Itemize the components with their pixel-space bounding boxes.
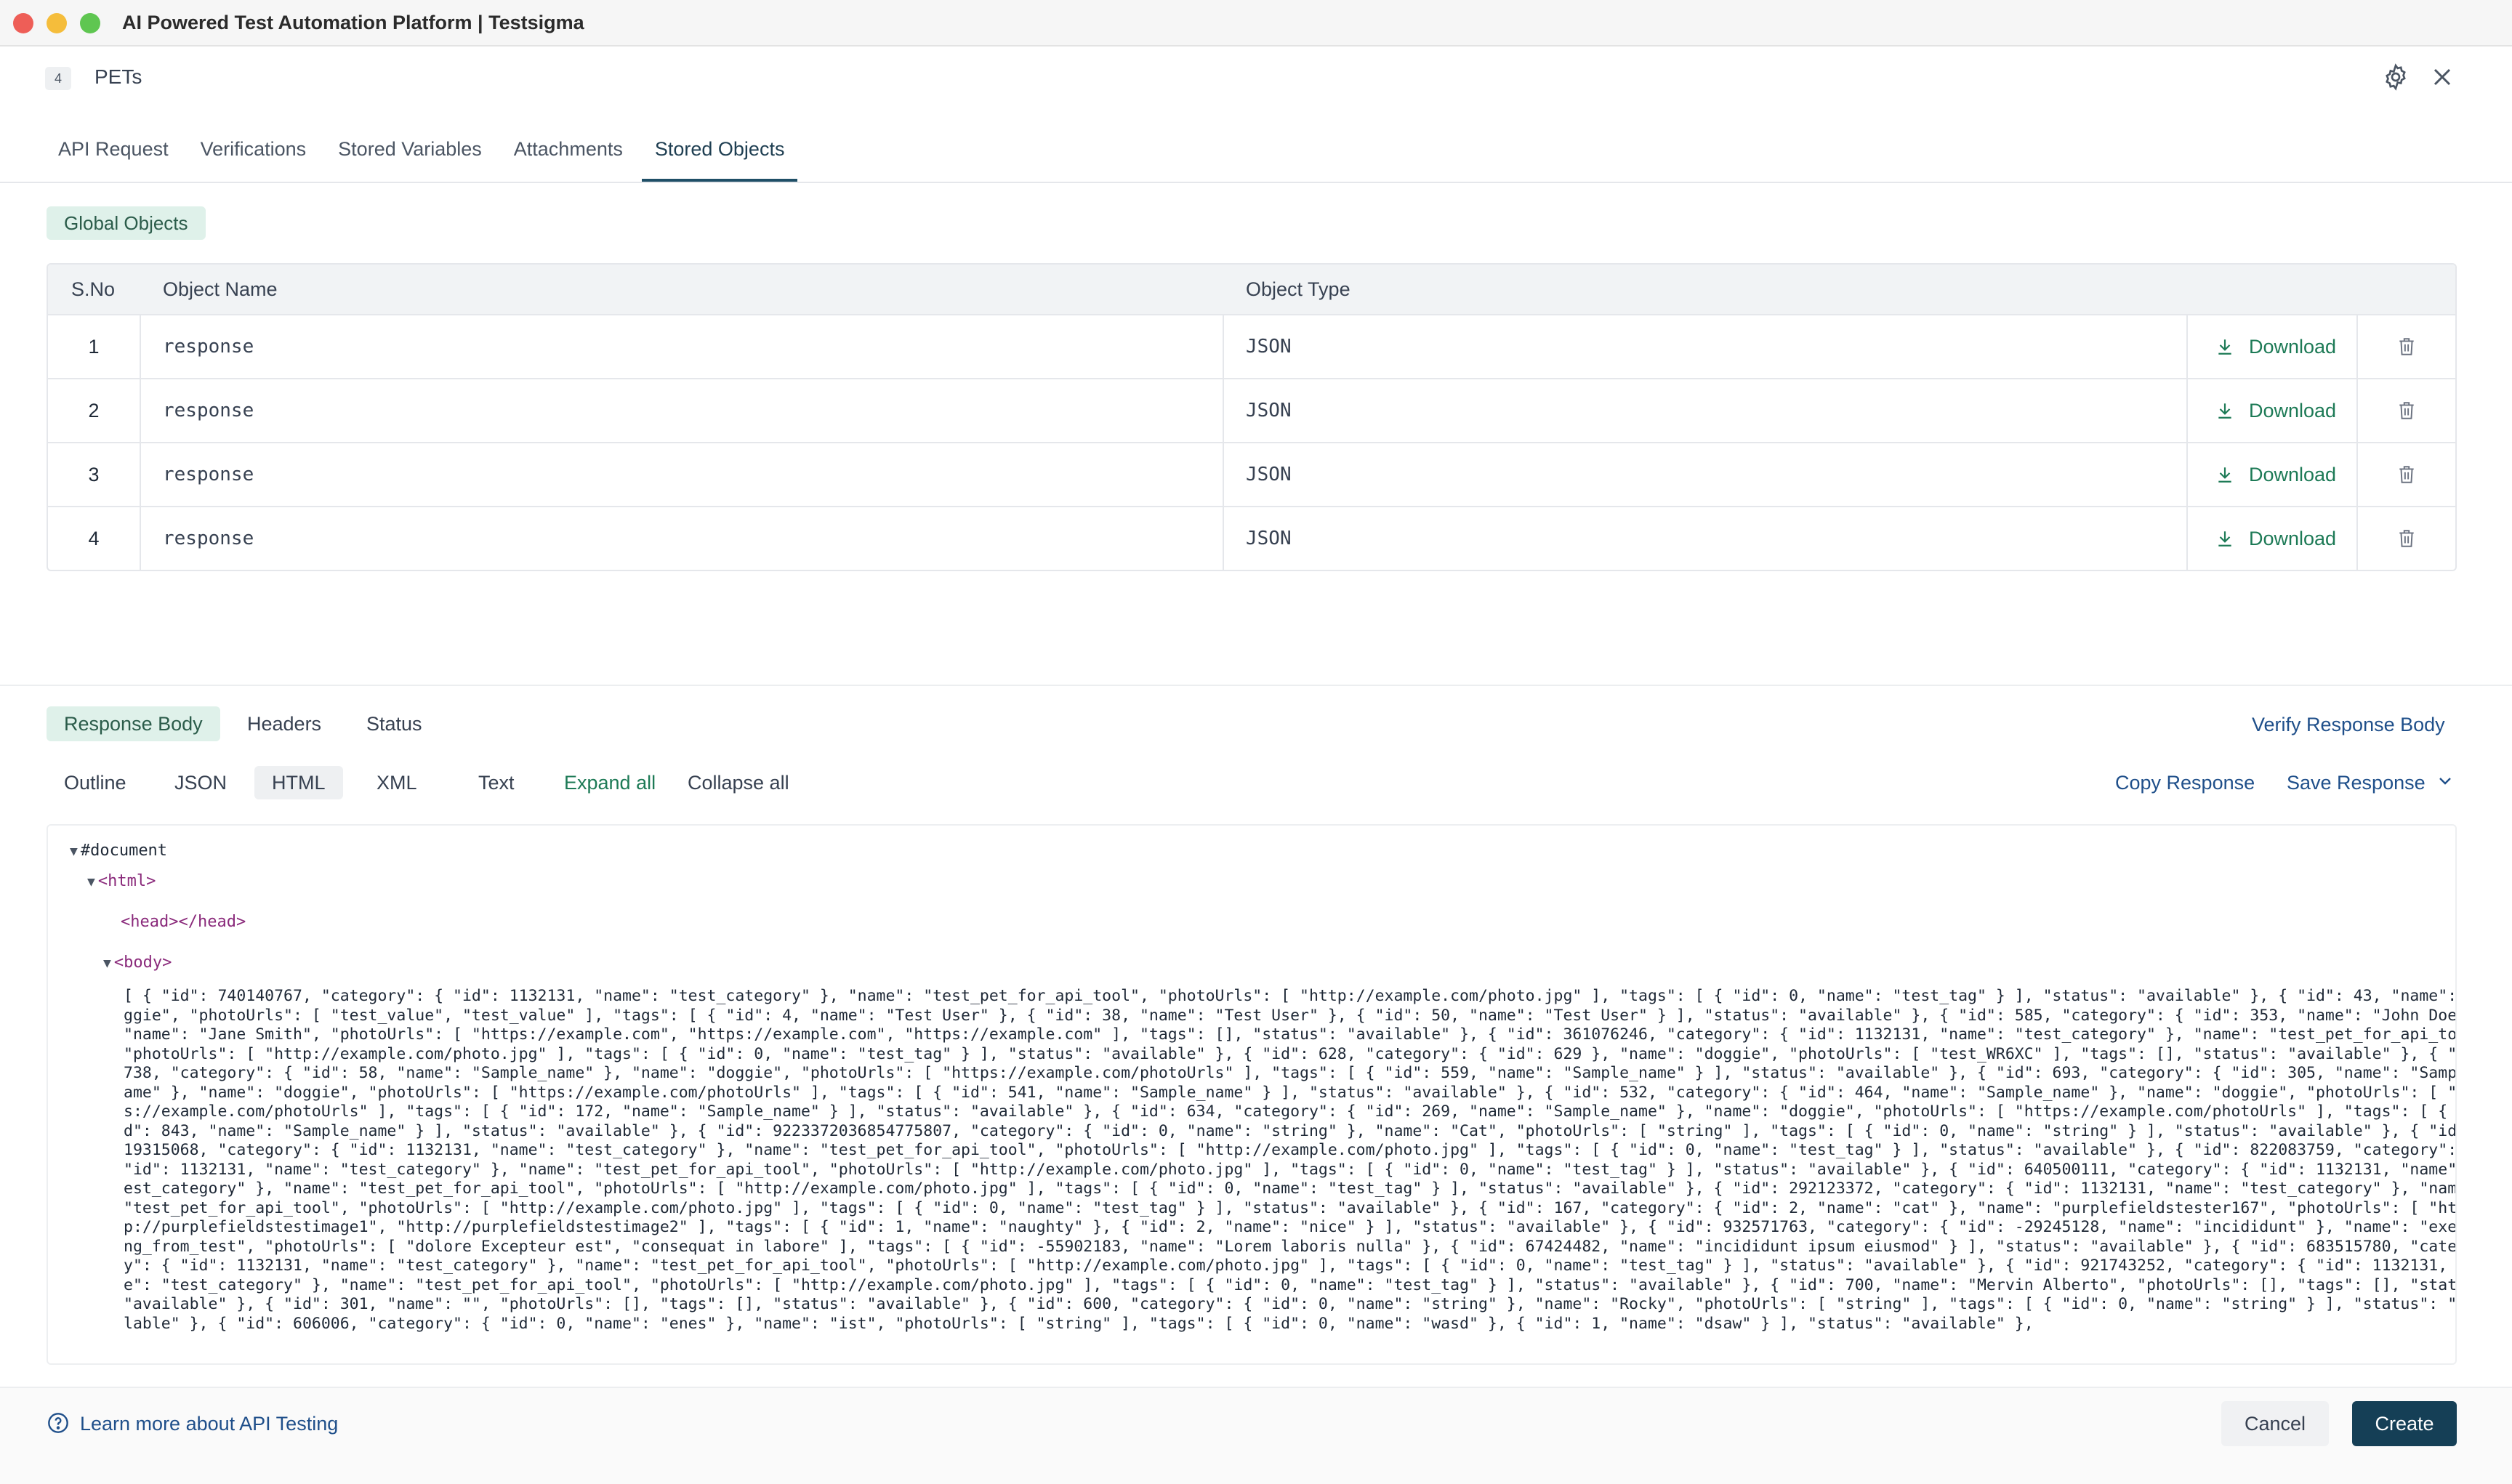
tab-stored-variables[interactable]: Stored Variables: [325, 131, 495, 182]
column-header-download: [2188, 265, 2358, 314]
delete-button[interactable]: [2358, 379, 2455, 442]
tree-node-document[interactable]: ▼ #document: [70, 842, 167, 860]
row-object-type: JSON: [1224, 443, 2188, 506]
tabs-divider: [0, 182, 2512, 183]
row-object-type: JSON: [1224, 507, 2188, 570]
row-object-name: response: [141, 379, 1224, 442]
stored-objects-table: S.No Object Name Object Type 1 response …: [47, 263, 2457, 571]
row-sno: 2: [48, 379, 141, 442]
step-tabs: API Request Verifications Stored Variabl…: [45, 131, 803, 182]
delete-button[interactable]: [2358, 507, 2455, 570]
expand-all-button[interactable]: Expand all: [547, 766, 673, 799]
cancel-button[interactable]: Cancel: [2221, 1401, 2329, 1446]
download-icon: [2218, 467, 2231, 483]
row-sno: 1: [48, 315, 141, 378]
collapse-all-button[interactable]: Collapse all: [670, 766, 807, 799]
download-icon: [2218, 339, 2231, 355]
format-xml[interactable]: XML: [359, 766, 435, 799]
window-zoom-button[interactable]: [80, 13, 100, 33]
close-icon[interactable]: [2428, 62, 2457, 92]
tree-node-body[interactable]: ▼ <body>: [103, 953, 172, 972]
tab-attachments[interactable]: Attachments: [501, 131, 636, 182]
tree-node-html[interactable]: ▼ <html>: [87, 872, 156, 890]
download-label: Download: [2249, 527, 2337, 549]
trash-icon: [2399, 402, 2414, 419]
section-divider: [0, 685, 2512, 686]
row-object-name: response: [141, 507, 1224, 570]
help-circle-icon: [48, 1413, 68, 1433]
window-titlebar: AI Powered Test Automation Platform | Te…: [0, 0, 2512, 47]
verify-response-body-link[interactable]: Verify Response Body: [2252, 714, 2445, 736]
download-label: Download: [2249, 335, 2337, 358]
tree-node-head[interactable]: <head></head>: [121, 913, 246, 931]
table-row: 3 response JSON Download: [48, 442, 2455, 506]
row-object-type: JSON: [1224, 315, 2188, 378]
table-row: 2 response JSON Download: [48, 378, 2455, 442]
trash-icon: [2399, 338, 2414, 355]
window-title: AI Powered Test Automation Platform | Te…: [122, 12, 584, 33]
delete-button[interactable]: [2358, 315, 2455, 378]
download-label: Download: [2249, 463, 2337, 485]
format-text[interactable]: Text: [461, 766, 532, 799]
tab-stored-objects[interactable]: Stored Objects: [641, 131, 798, 182]
global-objects-chip[interactable]: Global Objects: [47, 206, 206, 240]
format-outline[interactable]: Outline: [47, 766, 144, 799]
expand-triangle-icon[interactable]: ▼: [87, 874, 95, 890]
create-button[interactable]: Create: [2352, 1401, 2457, 1446]
delete-button[interactable]: [2358, 443, 2455, 506]
table-header-row: S.No Object Name Object Type: [48, 265, 2455, 314]
copy-response-button[interactable]: Copy Response: [2115, 772, 2255, 794]
trash-icon: [2399, 530, 2414, 547]
chevron-down-icon[interactable]: [2438, 776, 2452, 786]
tab-status[interactable]: Status: [349, 706, 440, 741]
row-sno: 3: [48, 443, 141, 506]
download-button[interactable]: Download: [2188, 379, 2358, 442]
format-html[interactable]: HTML: [254, 766, 343, 799]
table-row: 4 response JSON Download: [48, 506, 2455, 570]
learn-more-link[interactable]: Learn more about API Testing: [80, 1413, 338, 1435]
column-header-object-type: Object Type: [1246, 278, 1350, 300]
column-header-sno: S.No: [71, 278, 116, 300]
tab-verifications[interactable]: Verifications: [188, 131, 320, 182]
row-object-name: response: [141, 443, 1224, 506]
gear-icon[interactable]: [2381, 62, 2410, 92]
page-title: PETs: [94, 65, 142, 88]
format-json[interactable]: JSON: [157, 766, 244, 799]
tab-api-request[interactable]: API Request: [45, 131, 182, 182]
download-icon: [2218, 531, 2231, 547]
column-header-delete: [2358, 265, 2455, 314]
row-object-type: JSON: [1224, 379, 2188, 442]
row-object-name: response: [141, 315, 1224, 378]
window-close-button[interactable]: [13, 13, 33, 33]
body-text-content: [ { "id": 740140767, "category": { "id":…: [124, 987, 2457, 1333]
expand-triangle-icon[interactable]: ▼: [103, 956, 111, 971]
download-icon: [2218, 403, 2231, 419]
step-number-badge: 4: [45, 67, 71, 90]
expand-triangle-icon[interactable]: ▼: [70, 844, 78, 859]
trash-icon: [2399, 466, 2414, 483]
download-button[interactable]: Download: [2188, 507, 2358, 570]
window-minimize-button[interactable]: [47, 13, 67, 33]
tab-headers[interactable]: Headers: [230, 706, 339, 741]
tab-response-body[interactable]: Response Body: [47, 706, 220, 741]
response-body-viewer[interactable]: ▼ #document ▼ <html> <head></head> ▼ <body>…: [47, 824, 2457, 1365]
row-sno: 4: [48, 507, 141, 570]
column-header-object-name: Object Name: [163, 278, 278, 300]
table-row: 1 response JSON Download: [48, 314, 2455, 378]
download-button[interactable]: Download: [2188, 443, 2358, 506]
download-button[interactable]: Download: [2188, 315, 2358, 378]
download-label: Download: [2249, 399, 2337, 422]
save-response-button[interactable]: Save Response: [2287, 772, 2426, 794]
dialog-footer: [0, 1387, 2512, 1484]
